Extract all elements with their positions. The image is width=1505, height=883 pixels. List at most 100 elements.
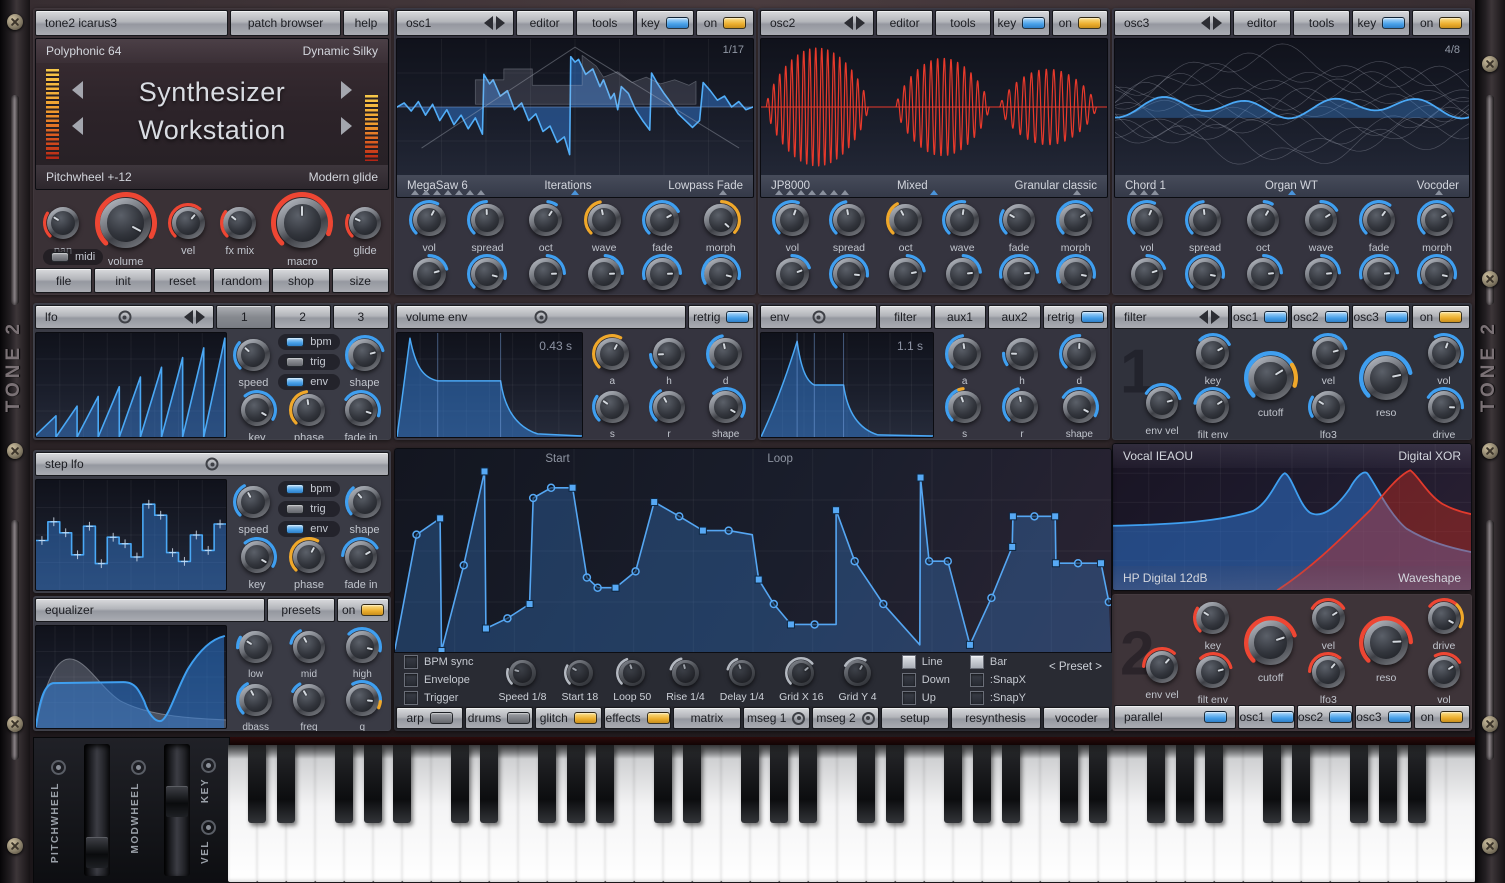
piano-key-white[interactable] [1446,745,1475,882]
macro-knob[interactable]: macro [271,192,333,268]
pitchwheel-thumb[interactable] [86,837,108,868]
key-button[interactable]: key [636,10,694,36]
prev-next-arrows-icon[interactable] [1199,310,1220,324]
pitchwheel-mod-icon[interactable] [51,760,66,775]
piano-key-black[interactable] [1089,745,1107,823]
step-lfo-display[interactable] [35,479,227,591]
step-lfo-button[interactable]: step lfo [35,452,389,476]
spread-knob[interactable]: spread [829,200,869,254]
on-button[interactable]: on [1412,10,1470,36]
env-display[interactable]: 1.1 s [760,332,934,438]
loop-50-knob[interactable]: Loop 50 [613,657,651,703]
key-knob[interactable]: key [1193,333,1233,387]
vel-knob[interactable]: vel [1308,333,1348,387]
snapy-checkbox[interactable]: :SnapY [970,691,1026,705]
reset-button[interactable]: reset [154,268,211,293]
start-18-knob[interactable]: Start 18 [561,657,598,703]
piano-key-black[interactable] [248,745,266,823]
semi-knob[interactable]: semi [1243,254,1283,295]
patch-browser-button[interactable]: patch browser [230,10,341,36]
down-checkbox[interactable]: Down [902,673,950,687]
spread-knob[interactable]: spread [467,200,507,254]
dbass-knob[interactable]: dbass [236,680,276,731]
fade-in-knob[interactable]: fade in [341,390,381,440]
piano-key-black[interactable] [770,745,788,823]
reso-knob[interactable]: reso [1359,616,1413,684]
delay-1-4-knob[interactable]: Delay 1/4 [720,657,764,703]
fade-knob[interactable]: fade [642,200,682,254]
lfo3-knob[interactable]: lfo3 [1308,387,1348,440]
semi-knob[interactable]: semi [886,254,926,295]
wave-knob[interactable]: wave [942,200,982,254]
on-button[interactable]: on [337,598,389,622]
piano-key-black[interactable] [538,745,556,823]
envelope-checkbox[interactable]: Envelope [404,673,474,687]
phase-knob[interactable]: phase [829,254,869,295]
osc3-button[interactable]: osc3 [1355,705,1411,729]
osc2-button[interactable]: osc2 [760,10,874,36]
trig-toggle[interactable]: trig [278,501,339,517]
vol-knob[interactable]: vol [1127,200,1167,254]
piano-key-black[interactable] [277,745,295,823]
phase-knob[interactable]: phase [1185,254,1225,295]
key-button[interactable]: key [1352,10,1410,36]
resynthesis-button[interactable]: resynthesis [951,707,1041,729]
lfo2-knob[interactable]: lfo2 [1417,254,1457,295]
q-knob[interactable]: q [342,680,382,731]
piano-key-black[interactable] [480,745,498,823]
piano-keyboard[interactable] [228,745,1475,882]
pan-knob[interactable]: pan [772,254,812,295]
equalizer-button[interactable]: equalizer [35,598,265,622]
vol-knob[interactable]: vol [409,200,449,254]
filter-button[interactable]: filter [879,305,932,329]
lfo2-knob[interactable]: lfo2 [701,254,741,295]
osc2-right-slot[interactable]: Granular classic [1015,180,1097,192]
lfo-button[interactable]: lfo [35,305,214,329]
trig-toggle[interactable]: trig [278,354,339,370]
piano-key-black[interactable] [1350,745,1368,823]
osc1-button[interactable]: osc1 [1238,705,1294,729]
piano-key-black[interactable] [335,745,353,823]
reso-knob[interactable]: reso [1359,351,1413,419]
patch-name-line2[interactable]: Workstation [36,115,388,146]
d-knob[interactable]: d [1059,334,1099,387]
piano-key-black[interactable] [1176,745,1194,823]
glide-mode[interactable]: Modern glide [309,170,378,184]
file-button[interactable]: file [35,268,92,293]
volume-knob[interactable]: volume [95,192,157,268]
fade-knob[interactable]: fade [999,200,1039,254]
modwheel-thumb[interactable] [166,786,188,817]
fine-knob[interactable]: fine [942,254,982,295]
tools-button[interactable]: tools [935,10,991,36]
key-button[interactable]: key [993,10,1049,36]
vol-knob[interactable]: vol [1424,652,1464,706]
drums-button[interactable]: drums [465,707,532,729]
tone2-icarus3-button[interactable]: tone2 icarus3 [35,10,228,36]
piano-key-black[interactable] [1002,745,1020,823]
piano-key-black[interactable] [364,745,382,823]
prev-next-arrows-icon[interactable] [484,16,505,30]
fade-knob[interactable]: fade [1359,200,1399,254]
on-button[interactable]: on [1052,10,1108,36]
filt-env-knob[interactable]: filt env [1193,652,1233,706]
on-button[interactable]: on [1414,705,1470,729]
bpm-toggle[interactable]: bpm [278,334,339,350]
vel-knob[interactable]: vel [1308,598,1348,652]
phase-knob[interactable]: phase [289,390,329,440]
spread-knob[interactable]: spread [1185,200,1225,254]
aux1-button[interactable]: aux1 [934,305,987,329]
filter1-subtype[interactable]: HP Digital 12dB [1123,571,1208,585]
mseg-envelope[interactable] [395,449,1111,653]
key-knob[interactable]: key [237,537,277,591]
piano-key-black[interactable] [1292,745,1310,823]
random-button[interactable]: random [213,268,270,293]
pan-knob[interactable]: pan [409,254,449,295]
aux2-button[interactable]: aux2 [988,305,1041,329]
osc2-button[interactable]: osc2 [1297,705,1353,729]
bpm-toggle[interactable]: bpm [278,481,339,497]
shape-knob[interactable]: shape [345,335,385,389]
phase-knob[interactable]: phase [289,537,329,591]
env-toggle[interactable]: env [278,374,339,390]
bar-checkbox[interactable]: Bar [970,655,1026,669]
mseg-2-button[interactable]: mseg 2 [812,707,879,729]
